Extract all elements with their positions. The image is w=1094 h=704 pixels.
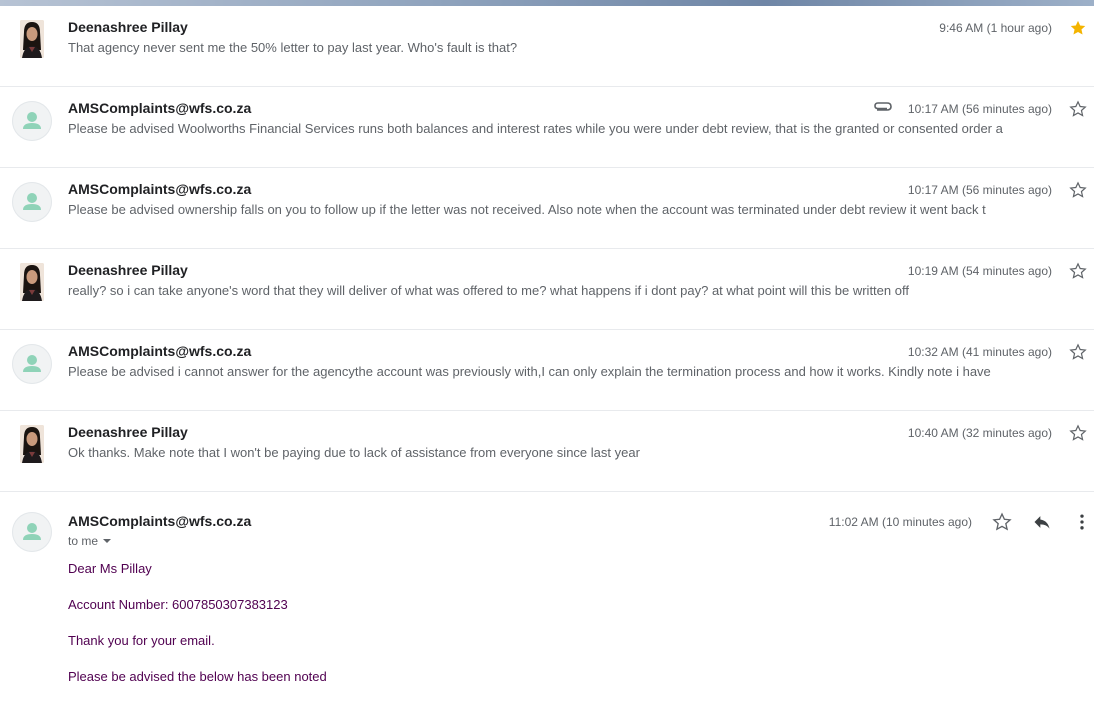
caret-down-icon [103, 539, 112, 543]
message-time: 10:19 AM (54 minutes ago) [907, 264, 1052, 278]
star-icon[interactable] [1066, 16, 1090, 40]
more-options-button[interactable] [1070, 510, 1094, 534]
body-line: Thank you for your email. [68, 633, 215, 648]
body-line: Dear Ms Pillay [68, 561, 152, 576]
email-thread: Deenashree Pillay That agency never sent… [0, 6, 1094, 684]
avatar [12, 101, 52, 141]
body-line: Account Number: 6007850307383123 [68, 597, 288, 612]
person-icon [23, 355, 41, 372]
message-snippet: Please be advised Woolworths Financial S… [68, 121, 1003, 136]
message-time: 10:17 AM (56 minutes ago) [907, 183, 1052, 197]
person-photo-icon [20, 425, 44, 463]
message-time: 9:46 AM (1 hour ago) [939, 21, 1052, 35]
person-photo-icon [20, 263, 44, 301]
avatar [12, 344, 52, 384]
message-time: 10:32 AM (41 minutes ago) [907, 345, 1052, 359]
star-icon[interactable] [1066, 97, 1090, 121]
sender-name: AMSComplaints@wfs.co.za [68, 513, 252, 529]
avatar [20, 263, 44, 301]
reply-icon [1034, 516, 1050, 529]
message-snippet: That agency never sent me the 50% letter… [68, 40, 518, 55]
message-collapsed[interactable]: AMSComplaints@wfs.co.za Please be advise… [0, 168, 1094, 249]
avatar [20, 425, 44, 463]
message-collapsed[interactable]: AMSComplaints@wfs.co.za Please be advise… [0, 87, 1094, 168]
star-icon[interactable] [990, 510, 1014, 534]
person-icon [23, 112, 41, 129]
person-photo-icon [20, 20, 44, 58]
recipient-details-toggle[interactable]: to me [68, 534, 112, 548]
avatar [20, 20, 44, 58]
message-collapsed[interactable]: Deenashree Pillay Ok thanks. Make note t… [0, 411, 1094, 492]
message-collapsed[interactable]: AMSComplaints@wfs.co.za Please be advise… [0, 330, 1094, 411]
sender-name: Deenashree Pillay [68, 19, 188, 35]
star-icon[interactable] [1066, 259, 1090, 283]
message-body: Dear Ms Pillay Account Number: 600785030… [68, 560, 327, 704]
message-snippet: Ok thanks. Make note that I won't be pay… [68, 445, 640, 460]
sender-name: Deenashree Pillay [68, 424, 188, 440]
recipient-label: to me [68, 534, 99, 548]
body-line: Please be advised the below has been not… [68, 669, 327, 684]
avatar [12, 512, 52, 552]
star-icon[interactable] [1066, 421, 1090, 445]
message-collapsed[interactable]: Deenashree Pillay That agency never sent… [0, 6, 1094, 87]
reply-button[interactable] [1030, 510, 1054, 534]
message-snippet: Please be advised ownership falls on you… [68, 202, 986, 217]
message-collapsed[interactable]: Deenashree Pillay really? so i can take … [0, 249, 1094, 330]
message-expanded: AMSComplaints@wfs.co.za to me 11:02 AM (… [0, 492, 1094, 684]
paperclip-icon [872, 99, 894, 115]
sender-name: AMSComplaints@wfs.co.za [68, 343, 252, 359]
star-icon[interactable] [1066, 340, 1090, 364]
sender-name: AMSComplaints@wfs.co.za [68, 181, 252, 197]
star-icon[interactable] [1066, 178, 1090, 202]
message-time: 11:02 AM (10 minutes ago) [828, 515, 972, 529]
sender-name: Deenashree Pillay [68, 262, 188, 278]
message-time: 10:17 AM (56 minutes ago) [907, 102, 1052, 116]
sender-name: AMSComplaints@wfs.co.za [68, 100, 252, 116]
avatar [12, 182, 52, 222]
message-snippet: Please be advised i cannot answer for th… [68, 364, 991, 379]
message-snippet: really? so i can take anyone's word that… [68, 283, 909, 298]
person-icon [23, 523, 41, 540]
more-vert-icon [1080, 514, 1084, 530]
person-icon [23, 193, 41, 210]
message-time: 10:40 AM (32 minutes ago) [907, 426, 1052, 440]
